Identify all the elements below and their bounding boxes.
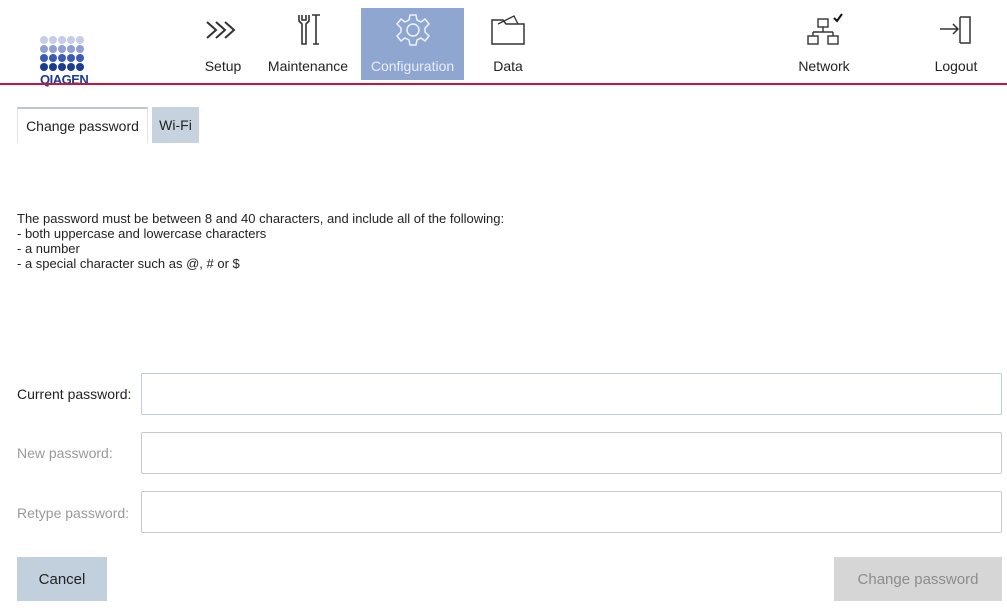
nav-setup-button[interactable]: Setup xyxy=(187,8,259,80)
nav-maintenance-label: Maintenance xyxy=(267,58,349,74)
cancel-button[interactable]: Cancel xyxy=(17,557,107,601)
tab-wifi[interactable]: Wi-Fi xyxy=(152,107,199,143)
nav-configuration-label: Configuration xyxy=(370,58,455,74)
rules-intro: The password must be between 8 and 40 ch… xyxy=(17,211,505,226)
nav-configuration-button[interactable]: Configuration xyxy=(361,8,464,80)
wrench-icon xyxy=(298,14,320,45)
logo-dots xyxy=(40,36,84,72)
gear-icon xyxy=(395,14,430,46)
nav-setup-label: Setup xyxy=(204,58,242,74)
nav-logout-label: Logout xyxy=(934,58,978,74)
new-password-field[interactable] xyxy=(141,432,1002,474)
header-accent-line xyxy=(0,83,1007,85)
tab-change-password[interactable]: Change password xyxy=(17,107,148,143)
nav-data-label: Data xyxy=(493,58,523,74)
top-bar: QIAGEN Setup Maintenance Configuration D… xyxy=(0,0,1007,90)
rule-item: - a special character such as @, # or $ xyxy=(17,256,240,271)
rule-item: - a number xyxy=(17,241,80,256)
folder-icon xyxy=(491,15,525,45)
logout-icon xyxy=(940,16,971,44)
nav-data-button[interactable]: Data xyxy=(472,8,544,80)
nav-network-button[interactable]: Network xyxy=(788,8,860,80)
password-rules: The password must be between 8 and 40 ch… xyxy=(17,211,504,271)
nav-logout-button[interactable]: Logout xyxy=(920,8,992,80)
setup-chevrons-icon xyxy=(206,21,236,39)
qiagen-logo: QIAGEN xyxy=(34,36,112,90)
current-password-field[interactable] xyxy=(141,373,1002,415)
retype-password-label: Retype password: xyxy=(17,505,130,521)
nav-network-label: Network xyxy=(798,58,850,74)
change-password-button[interactable]: Change password xyxy=(834,557,1002,601)
rule-item: - both uppercase and lowercase character… xyxy=(17,226,267,241)
new-password-label: New password: xyxy=(17,445,113,461)
current-password-label: Current password: xyxy=(17,386,132,402)
retype-password-field[interactable] xyxy=(141,491,1002,533)
network-connected-icon xyxy=(807,13,843,45)
nav-maintenance-button[interactable]: Maintenance xyxy=(262,8,354,80)
